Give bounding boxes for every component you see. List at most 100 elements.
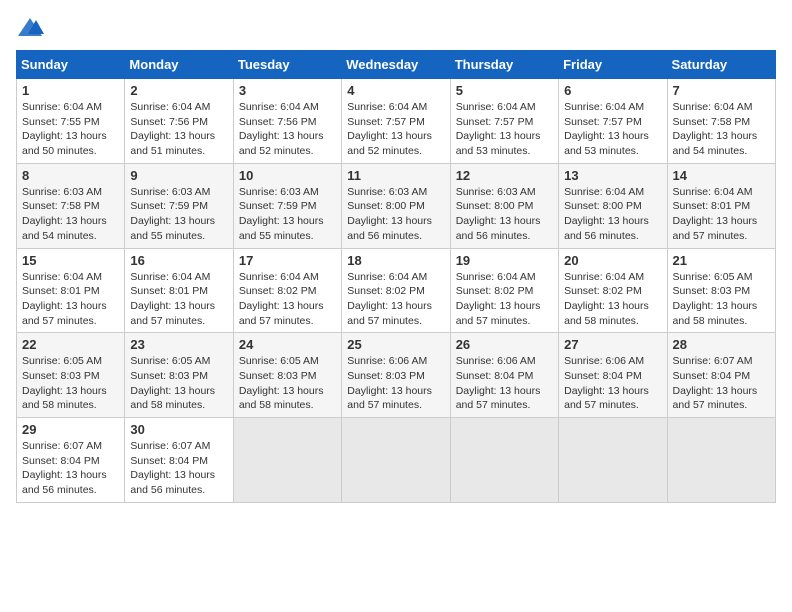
- day-info: Sunrise: 6:04 AM Sunset: 8:01 PM Dayligh…: [673, 185, 770, 244]
- calendar-day-cell: 12 Sunrise: 6:03 AM Sunset: 8:00 PM Dayl…: [450, 163, 558, 248]
- day-info: Sunrise: 6:04 AM Sunset: 7:57 PM Dayligh…: [347, 100, 444, 159]
- weekday-header-saturday: Saturday: [667, 51, 775, 79]
- calendar-day-cell: 21 Sunrise: 6:05 AM Sunset: 8:03 PM Dayl…: [667, 248, 775, 333]
- day-info: Sunrise: 6:04 AM Sunset: 8:01 PM Dayligh…: [130, 270, 227, 329]
- calendar-table: SundayMondayTuesdayWednesdayThursdayFrid…: [16, 50, 776, 503]
- calendar-week-2: 8 Sunrise: 6:03 AM Sunset: 7:58 PM Dayli…: [17, 163, 776, 248]
- day-info: Sunrise: 6:04 AM Sunset: 7:57 PM Dayligh…: [456, 100, 553, 159]
- calendar-week-5: 29 Sunrise: 6:07 AM Sunset: 8:04 PM Dayl…: [17, 418, 776, 503]
- day-number: 17: [239, 253, 336, 268]
- calendar-day-cell: 25 Sunrise: 6:06 AM Sunset: 8:03 PM Dayl…: [342, 333, 450, 418]
- weekday-header-wednesday: Wednesday: [342, 51, 450, 79]
- day-info: Sunrise: 6:04 AM Sunset: 7:56 PM Dayligh…: [130, 100, 227, 159]
- day-info: Sunrise: 6:04 AM Sunset: 7:57 PM Dayligh…: [564, 100, 661, 159]
- day-info: Sunrise: 6:03 AM Sunset: 8:00 PM Dayligh…: [456, 185, 553, 244]
- calendar-day-cell: 10 Sunrise: 6:03 AM Sunset: 7:59 PM Dayl…: [233, 163, 341, 248]
- day-info: Sunrise: 6:04 AM Sunset: 8:02 PM Dayligh…: [564, 270, 661, 329]
- day-info: Sunrise: 6:03 AM Sunset: 7:58 PM Dayligh…: [22, 185, 119, 244]
- calendar-day-cell: 29 Sunrise: 6:07 AM Sunset: 8:04 PM Dayl…: [17, 418, 125, 503]
- calendar-day-cell: 30 Sunrise: 6:07 AM Sunset: 8:04 PM Dayl…: [125, 418, 233, 503]
- calendar-day-cell: 1 Sunrise: 6:04 AM Sunset: 7:55 PM Dayli…: [17, 79, 125, 164]
- calendar-day-cell: 18 Sunrise: 6:04 AM Sunset: 8:02 PM Dayl…: [342, 248, 450, 333]
- calendar-day-cell: 28 Sunrise: 6:07 AM Sunset: 8:04 PM Dayl…: [667, 333, 775, 418]
- day-number: 23: [130, 337, 227, 352]
- calendar-week-1: 1 Sunrise: 6:04 AM Sunset: 7:55 PM Dayli…: [17, 79, 776, 164]
- day-info: Sunrise: 6:04 AM Sunset: 8:01 PM Dayligh…: [22, 270, 119, 329]
- calendar-day-cell: 2 Sunrise: 6:04 AM Sunset: 7:56 PM Dayli…: [125, 79, 233, 164]
- calendar-day-cell: 16 Sunrise: 6:04 AM Sunset: 8:01 PM Dayl…: [125, 248, 233, 333]
- day-number: 3: [239, 83, 336, 98]
- weekday-header-thursday: Thursday: [450, 51, 558, 79]
- day-number: 15: [22, 253, 119, 268]
- day-info: Sunrise: 6:07 AM Sunset: 8:04 PM Dayligh…: [22, 439, 119, 498]
- weekday-header-friday: Friday: [559, 51, 667, 79]
- day-number: 5: [456, 83, 553, 98]
- calendar-day-cell: 24 Sunrise: 6:05 AM Sunset: 8:03 PM Dayl…: [233, 333, 341, 418]
- day-info: Sunrise: 6:04 AM Sunset: 7:55 PM Dayligh…: [22, 100, 119, 159]
- logo: [16, 16, 48, 40]
- day-info: Sunrise: 6:04 AM Sunset: 8:02 PM Dayligh…: [347, 270, 444, 329]
- calendar-day-cell: 4 Sunrise: 6:04 AM Sunset: 7:57 PM Dayli…: [342, 79, 450, 164]
- day-number: 24: [239, 337, 336, 352]
- day-number: 30: [130, 422, 227, 437]
- day-number: 25: [347, 337, 444, 352]
- calendar-day-cell: [450, 418, 558, 503]
- day-number: 6: [564, 83, 661, 98]
- calendar-day-cell: 26 Sunrise: 6:06 AM Sunset: 8:04 PM Dayl…: [450, 333, 558, 418]
- calendar-day-cell: 27 Sunrise: 6:06 AM Sunset: 8:04 PM Dayl…: [559, 333, 667, 418]
- calendar-day-cell: 7 Sunrise: 6:04 AM Sunset: 7:58 PM Dayli…: [667, 79, 775, 164]
- calendar-day-cell: 9 Sunrise: 6:03 AM Sunset: 7:59 PM Dayli…: [125, 163, 233, 248]
- day-info: Sunrise: 6:05 AM Sunset: 8:03 PM Dayligh…: [130, 354, 227, 413]
- weekday-header-monday: Monday: [125, 51, 233, 79]
- day-number: 10: [239, 168, 336, 183]
- day-info: Sunrise: 6:03 AM Sunset: 7:59 PM Dayligh…: [239, 185, 336, 244]
- day-number: 16: [130, 253, 227, 268]
- calendar-day-cell: 23 Sunrise: 6:05 AM Sunset: 8:03 PM Dayl…: [125, 333, 233, 418]
- day-info: Sunrise: 6:03 AM Sunset: 8:00 PM Dayligh…: [347, 185, 444, 244]
- calendar-day-cell: [559, 418, 667, 503]
- calendar-header-row: SundayMondayTuesdayWednesdayThursdayFrid…: [17, 51, 776, 79]
- calendar-day-cell: 8 Sunrise: 6:03 AM Sunset: 7:58 PM Dayli…: [17, 163, 125, 248]
- page-header: [16, 16, 776, 40]
- calendar-day-cell: 17 Sunrise: 6:04 AM Sunset: 8:02 PM Dayl…: [233, 248, 341, 333]
- day-number: 13: [564, 168, 661, 183]
- day-number: 27: [564, 337, 661, 352]
- day-number: 18: [347, 253, 444, 268]
- day-info: Sunrise: 6:05 AM Sunset: 8:03 PM Dayligh…: [239, 354, 336, 413]
- calendar-week-3: 15 Sunrise: 6:04 AM Sunset: 8:01 PM Dayl…: [17, 248, 776, 333]
- calendar-day-cell: 11 Sunrise: 6:03 AM Sunset: 8:00 PM Dayl…: [342, 163, 450, 248]
- day-info: Sunrise: 6:06 AM Sunset: 8:03 PM Dayligh…: [347, 354, 444, 413]
- day-number: 29: [22, 422, 119, 437]
- day-number: 9: [130, 168, 227, 183]
- day-number: 7: [673, 83, 770, 98]
- day-number: 2: [130, 83, 227, 98]
- calendar-day-cell: [342, 418, 450, 503]
- day-info: Sunrise: 6:04 AM Sunset: 7:58 PM Dayligh…: [673, 100, 770, 159]
- day-info: Sunrise: 6:06 AM Sunset: 8:04 PM Dayligh…: [564, 354, 661, 413]
- calendar-week-4: 22 Sunrise: 6:05 AM Sunset: 8:03 PM Dayl…: [17, 333, 776, 418]
- day-info: Sunrise: 6:03 AM Sunset: 7:59 PM Dayligh…: [130, 185, 227, 244]
- calendar-day-cell: 5 Sunrise: 6:04 AM Sunset: 7:57 PM Dayli…: [450, 79, 558, 164]
- day-number: 19: [456, 253, 553, 268]
- day-info: Sunrise: 6:05 AM Sunset: 8:03 PM Dayligh…: [22, 354, 119, 413]
- logo-icon: [16, 16, 44, 40]
- calendar-day-cell: 6 Sunrise: 6:04 AM Sunset: 7:57 PM Dayli…: [559, 79, 667, 164]
- calendar-day-cell: 22 Sunrise: 6:05 AM Sunset: 8:03 PM Dayl…: [17, 333, 125, 418]
- day-number: 22: [22, 337, 119, 352]
- day-number: 12: [456, 168, 553, 183]
- day-number: 26: [456, 337, 553, 352]
- day-number: 21: [673, 253, 770, 268]
- day-info: Sunrise: 6:07 AM Sunset: 8:04 PM Dayligh…: [130, 439, 227, 498]
- day-info: Sunrise: 6:04 AM Sunset: 8:00 PM Dayligh…: [564, 185, 661, 244]
- day-number: 11: [347, 168, 444, 183]
- day-number: 28: [673, 337, 770, 352]
- day-number: 14: [673, 168, 770, 183]
- calendar-day-cell: 14 Sunrise: 6:04 AM Sunset: 8:01 PM Dayl…: [667, 163, 775, 248]
- day-info: Sunrise: 6:07 AM Sunset: 8:04 PM Dayligh…: [673, 354, 770, 413]
- day-info: Sunrise: 6:06 AM Sunset: 8:04 PM Dayligh…: [456, 354, 553, 413]
- calendar-day-cell: 13 Sunrise: 6:04 AM Sunset: 8:00 PM Dayl…: [559, 163, 667, 248]
- day-number: 8: [22, 168, 119, 183]
- weekday-header-tuesday: Tuesday: [233, 51, 341, 79]
- day-info: Sunrise: 6:04 AM Sunset: 7:56 PM Dayligh…: [239, 100, 336, 159]
- day-info: Sunrise: 6:04 AM Sunset: 8:02 PM Dayligh…: [456, 270, 553, 329]
